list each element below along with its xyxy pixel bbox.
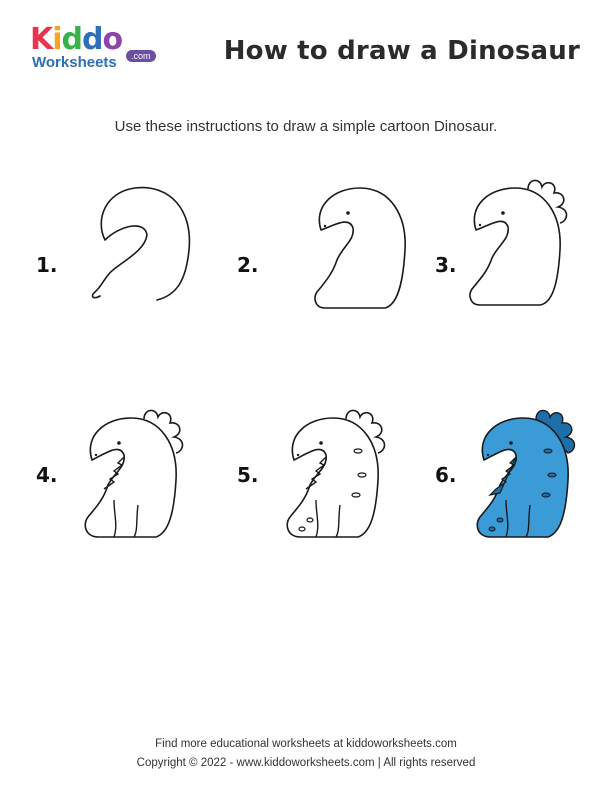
dinosaur-step-4-drawing (84, 409, 184, 538)
dinosaur-step-1-drawing (91, 186, 191, 301)
step-number: 3. (435, 253, 457, 277)
step-number: 4. (36, 463, 58, 487)
step-number: 2. (237, 253, 259, 277)
logo-dotcom: .com (126, 50, 156, 62)
logo-letter: o (102, 22, 124, 57)
dinosaur-step-3-drawing (469, 179, 568, 306)
logo-letter: d (82, 22, 104, 57)
footer-more-worksheets: Find more educational worksheets at kidd… (155, 738, 457, 750)
instructions-text: Use these instructions to draw a simple … (114, 118, 498, 135)
footer-copyright: Copyright © 2022 - www.kiddoworksheets.c… (136, 757, 476, 769)
step-number: 5. (237, 463, 259, 487)
step-number: 6. (435, 463, 457, 487)
step-number: 1. (36, 253, 58, 277)
dinosaur-step-5-drawing (286, 409, 386, 538)
logo-wordmark: Kiddo (30, 22, 124, 57)
logo-letter: d (61, 22, 84, 57)
logo-letter: K (30, 22, 53, 57)
kiddo-logo[interactable]: Kiddo Worksheets .com (30, 22, 156, 78)
page-title: How to draw a Dinosaur (223, 36, 580, 66)
logo-letter: i (52, 22, 62, 57)
logo-worksheets: Worksheets (32, 54, 117, 71)
dinosaur-step-6-colored (476, 409, 576, 538)
dinosaur-step-2-drawing (314, 187, 406, 309)
